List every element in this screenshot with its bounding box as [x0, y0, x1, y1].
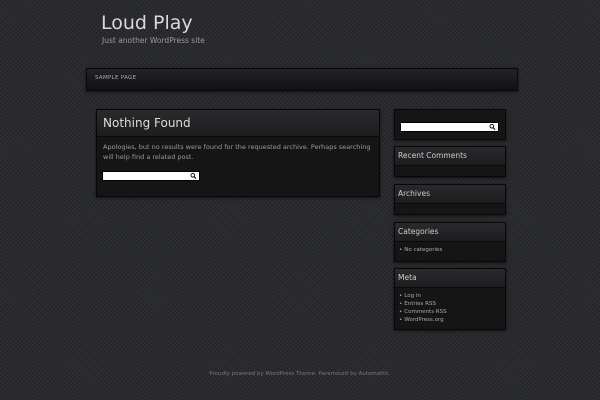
- list-item: Entries RSS: [399, 300, 505, 308]
- content-panel: Nothing Found Apologies, but no results …: [96, 109, 380, 197]
- site-tagline: Just another WordPress site: [102, 36, 205, 45]
- widget-title-recent-comments: Recent Comments: [398, 151, 467, 160]
- search-icon[interactable]: [190, 172, 197, 180]
- widget-title-meta: Meta: [398, 273, 417, 282]
- content-header: Nothing Found: [97, 110, 379, 137]
- widget-header: Archives: [395, 185, 505, 204]
- categories-list: No categories: [395, 242, 505, 254]
- widget-header: Recent Comments: [395, 147, 505, 166]
- content-search-form: [102, 171, 200, 190]
- search-icon[interactable]: [489, 123, 496, 131]
- meta-link-comments-rss[interactable]: Comments RSS: [404, 309, 446, 315]
- list-item: Log in: [399, 292, 505, 300]
- page-title: Nothing Found: [103, 116, 191, 130]
- sidebar-search-input[interactable]: [401, 133, 498, 141]
- meta-link-entries-rss[interactable]: Entries RSS: [404, 301, 436, 307]
- widget-title-archives: Archives: [398, 189, 430, 198]
- sidebar-search-form: [400, 122, 499, 141]
- list-item: WordPress.org: [399, 316, 505, 324]
- site-title[interactable]: Loud Play: [101, 12, 193, 34]
- widget-title-categories: Categories: [398, 227, 439, 236]
- main-navigation: SAMPLE PAGE: [86, 68, 518, 91]
- meta-link-log-in[interactable]: Log in: [404, 293, 421, 299]
- search-widget: [394, 109, 506, 141]
- list-item: No categories: [399, 246, 505, 254]
- widget-header: Meta: [395, 269, 505, 288]
- meta-link-wordpress-org[interactable]: WordPress.org: [404, 317, 443, 323]
- not-found-message: Apologies, but no results were found for…: [103, 143, 371, 161]
- categories-widget: Categories No categories: [394, 222, 506, 262]
- meta-widget: Meta Log in Entries RSS Comments RSS Wor…: [394, 268, 506, 330]
- nav-item-sample-page[interactable]: SAMPLE PAGE: [95, 75, 136, 81]
- content-search-input[interactable]: [103, 182, 199, 190]
- recent-comments-widget: Recent Comments: [394, 146, 506, 177]
- archives-widget: Archives: [394, 184, 506, 215]
- list-item: Comments RSS: [399, 308, 505, 316]
- site-footer: Proudly powered by WordPress Theme: Para…: [209, 371, 391, 377]
- meta-list: Log in Entries RSS Comments RSS WordPres…: [395, 288, 505, 324]
- widget-header: Categories: [395, 223, 505, 242]
